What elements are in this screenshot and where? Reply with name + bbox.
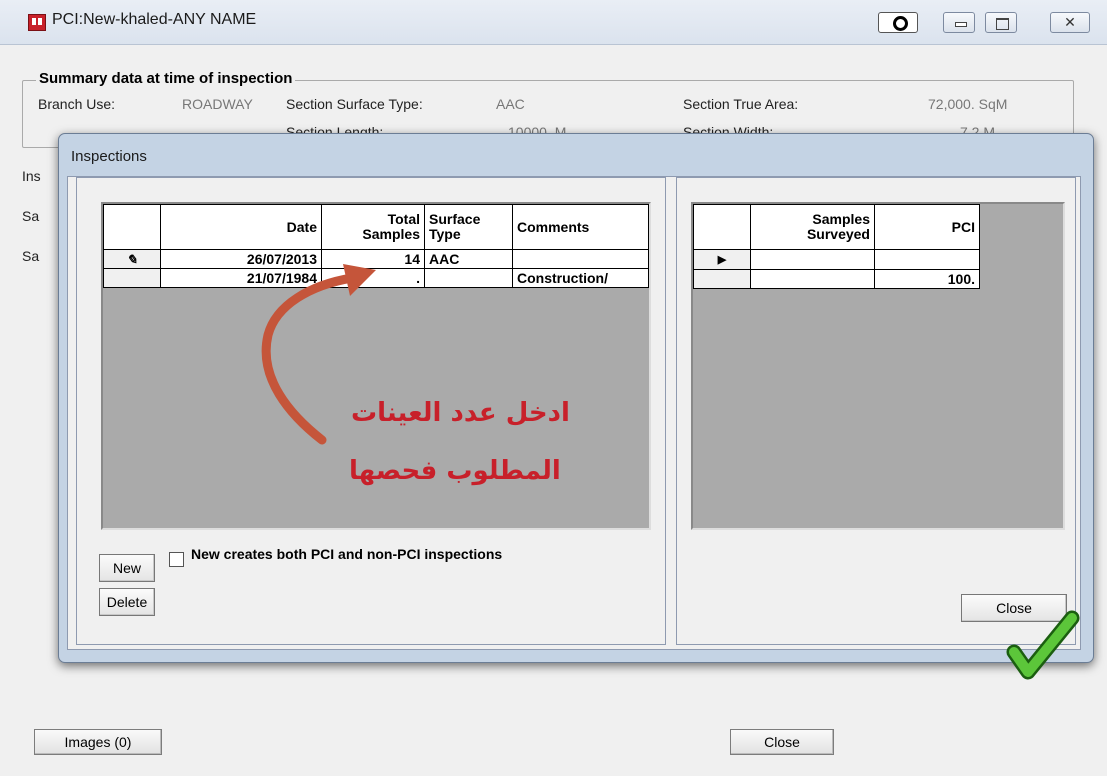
table-row[interactable]: ▶ — [693, 249, 980, 270]
new-creates-both-checkbox[interactable] — [169, 552, 184, 567]
dialog-close-button[interactable]: Close — [961, 594, 1067, 622]
true-area-label: Section True Area: — [683, 96, 799, 112]
maximize-button[interactable] — [985, 12, 1017, 33]
annotation-line1: ادخل عدد العينات — [351, 398, 570, 428]
dialog-client-area: Date Total Samples Surface Type Comments — [67, 176, 1081, 650]
surface-type-label: Section Surface Type: — [286, 96, 423, 112]
inspections-table: Date Total Samples Surface Type Comments — [103, 204, 649, 288]
header-surface-line1: Surface — [429, 211, 481, 227]
cell-samples-surveyed[interactable] — [750, 269, 875, 289]
samples-panel: Samples Surveyed PCI ▶ 100. Close — [676, 177, 1076, 645]
cell-date[interactable]: 26/07/2013 — [160, 249, 322, 269]
delete-button[interactable]: Delete — [99, 588, 155, 616]
inspections-dialog: Inspections Date Total Samples Surface T… — [58, 133, 1094, 663]
column-header-date[interactable]: Date — [160, 204, 322, 250]
row-selector[interactable]: ▶ — [693, 249, 751, 270]
cell-total-samples[interactable]: . — [321, 268, 425, 288]
close-icon: ✕ — [1064, 14, 1076, 30]
side-label-inspections: Ins — [22, 168, 41, 184]
inspections-grid[interactable]: Date Total Samples Surface Type Comments — [101, 202, 651, 530]
table-row[interactable]: 21/07/1984 . Construction/ — [103, 268, 649, 288]
table-row[interactable]: 100. — [693, 269, 980, 289]
dialog-title: Inspections — [71, 148, 147, 165]
header-samples-line2: Surveyed — [806, 226, 870, 242]
cell-comments[interactable] — [512, 249, 649, 269]
maximize-icon — [996, 18, 1009, 30]
cell-surface-type[interactable] — [424, 268, 513, 288]
header-surface-line2: Type — [429, 226, 461, 242]
annotation-line2: المطلوب فحصها — [349, 456, 561, 486]
app-icon — [28, 14, 46, 31]
row-selector-header — [103, 204, 161, 250]
column-header-pci[interactable]: PCI — [874, 204, 980, 250]
cell-date[interactable]: 21/07/1984 — [160, 268, 322, 288]
row-selector-header — [693, 204, 751, 250]
help-button[interactable] — [878, 12, 918, 33]
main-titlebar: PCI:New-khaled-ANY NAME ✕ — [0, 0, 1107, 45]
side-label-samples-2: Sa — [22, 248, 40, 264]
surface-type-value: AAC — [496, 96, 525, 112]
main-close-button[interactable]: Close — [730, 729, 834, 755]
row-selector[interactable] — [693, 269, 751, 289]
cell-total-samples-input[interactable]: 14 — [321, 249, 425, 269]
new-button[interactable]: New — [99, 554, 155, 582]
row-selector[interactable]: ✎ — [103, 249, 161, 269]
cell-comments[interactable]: Construction/ — [512, 268, 649, 288]
window-close-button[interactable]: ✕ — [1050, 12, 1090, 33]
new-creates-both-label: New creates both PCI and non-PCI inspect… — [191, 546, 503, 562]
cell-pci[interactable] — [874, 249, 980, 270]
true-area-value: 72,000. SqM — [928, 96, 1008, 112]
inspections-panel: Date Total Samples Surface Type Comments — [76, 177, 666, 645]
column-header-surface-type[interactable]: Surface Type — [424, 204, 513, 250]
table-row[interactable]: ✎ 26/07/2013 14 AAC — [103, 249, 649, 269]
minimize-icon — [955, 22, 967, 27]
cell-samples-surveyed[interactable] — [750, 249, 875, 270]
minimize-button[interactable] — [943, 12, 975, 33]
images-button[interactable]: Images (0) — [34, 729, 162, 755]
row-selector[interactable] — [103, 268, 161, 288]
header-total-line1: Total — [387, 211, 420, 227]
column-header-samples-surveyed[interactable]: Samples Surveyed — [750, 204, 875, 250]
column-header-total-samples[interactable]: Total Samples — [321, 204, 425, 250]
samples-grid[interactable]: Samples Surveyed PCI ▶ 100. — [691, 202, 1065, 530]
samples-table: Samples Surveyed PCI ▶ 100. — [693, 204, 980, 289]
target-icon — [893, 16, 908, 31]
header-total-line2: Samples — [362, 226, 420, 242]
side-label-samples-1: Sa — [22, 208, 40, 224]
pencil-icon: ✎ — [126, 251, 138, 267]
triangle-right-icon: ▶ — [717, 254, 727, 266]
cell-surface-type[interactable]: AAC — [424, 249, 513, 269]
column-header-comments[interactable]: Comments — [512, 204, 649, 250]
summary-legend: Summary data at time of inspection — [36, 70, 296, 87]
branch-use-label: Branch Use: — [38, 96, 116, 112]
header-samples-line1: Samples — [812, 211, 870, 227]
cell-pci[interactable]: 100. — [874, 269, 980, 289]
window-title: PCI:New-khaled-ANY NAME — [52, 11, 257, 28]
branch-use-value: ROADWAY — [182, 96, 253, 112]
